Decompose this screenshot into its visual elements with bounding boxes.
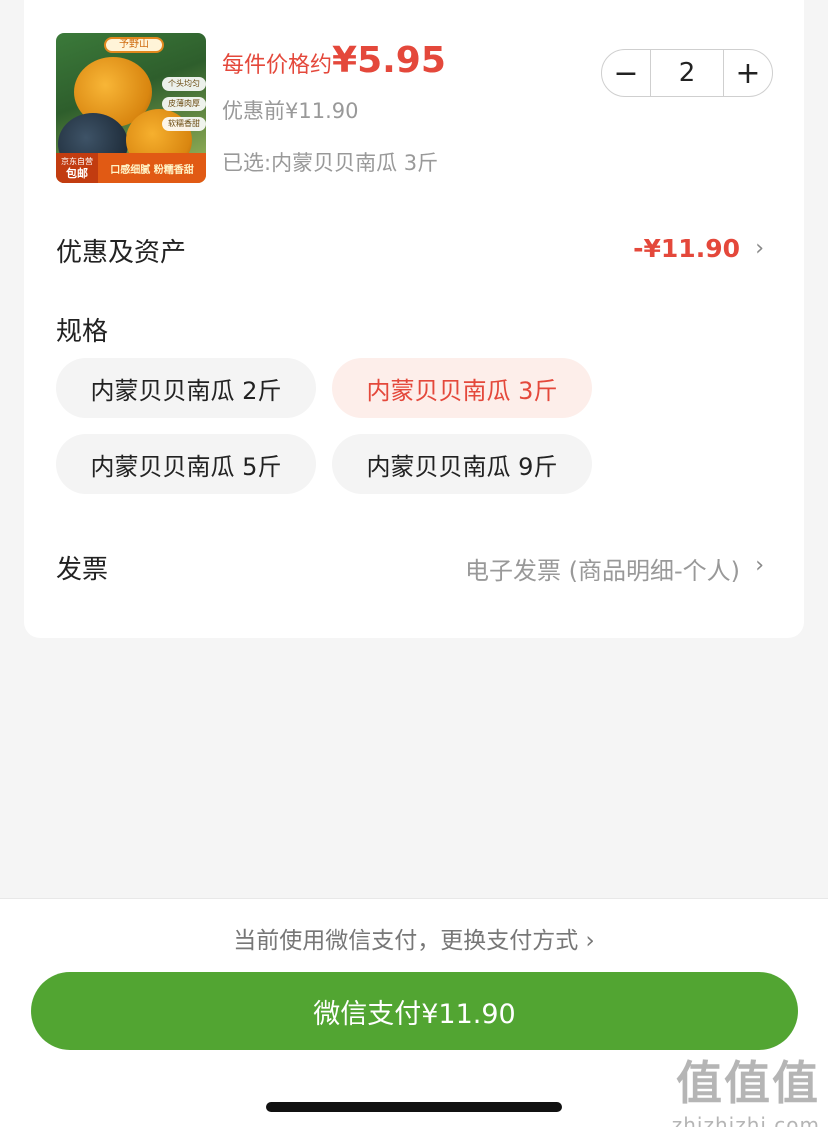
product-image-banner: 京东自营 包邮 口感细腻 粉糯香甜 bbox=[56, 153, 206, 183]
order-card: 予野山 个头均匀 皮薄肉厚 软糯香甜 京东自营 包邮 口感细腻 粉糯香甜 每件价… bbox=[24, 0, 804, 638]
chevron-right-icon[interactable]: › bbox=[755, 236, 764, 261]
decrease-button[interactable]: − bbox=[602, 49, 650, 97]
discount-value[interactable]: -¥11.90 bbox=[633, 234, 740, 263]
product-image-tag: 软糯香甜 bbox=[162, 117, 206, 131]
unit-price: 每件价格约 ¥5.95 bbox=[222, 40, 446, 81]
spec-option-9jin[interactable]: 内蒙贝贝南瓜 9斤 bbox=[332, 434, 592, 494]
wechat-pay-button[interactable]: 微信支付¥11.90 bbox=[31, 972, 798, 1050]
selected-spec-text: 已选:内蒙贝贝南瓜 3斤 bbox=[222, 151, 439, 175]
watermark: 值值值 zhizhizhi.com bbox=[672, 1047, 820, 1127]
unit-price-value: ¥5.95 bbox=[332, 40, 446, 81]
watermark-logo: 值值值 bbox=[676, 1056, 820, 1110]
product-image-slogan: 口感细腻 粉糯香甜 bbox=[110, 164, 194, 176]
quantity-stepper: − 2 + bbox=[601, 49, 773, 97]
invoice-label[interactable]: 发票 bbox=[56, 549, 108, 586]
increase-button[interactable]: + bbox=[724, 49, 772, 97]
watermark-site: zhizhizhi.com bbox=[671, 1113, 820, 1127]
spec-option-3jin[interactable]: 内蒙贝贝南瓜 3斤 bbox=[332, 358, 592, 418]
unit-price-prefix: 每件价格约 bbox=[222, 53, 333, 78]
quantity-value[interactable]: 2 bbox=[650, 50, 724, 96]
discount-label[interactable]: 优惠及资产 bbox=[56, 232, 186, 269]
original-price: 优惠前¥11.90 bbox=[222, 99, 359, 123]
chevron-right-icon[interactable]: › bbox=[755, 553, 764, 578]
bottom-pay-bar: 当前使用微信支付，更换支付方式 › 微信支付¥11.90 值值值 zhizhiz… bbox=[0, 898, 828, 1127]
home-indicator bbox=[266, 1102, 562, 1112]
product-image-tag: 个头均匀 bbox=[162, 77, 206, 91]
product-image-brand: 予野山 bbox=[104, 37, 164, 53]
product-image-badge: 京东自营 包邮 bbox=[56, 153, 98, 183]
change-payment-method-link[interactable]: 当前使用微信支付，更换支付方式 › bbox=[0, 921, 828, 955]
product-image[interactable]: 予野山 个头均匀 皮薄肉厚 软糯香甜 京东自营 包邮 口感细腻 粉糯香甜 bbox=[56, 33, 206, 183]
invoice-value[interactable]: 电子发票 (商品明细-个人) bbox=[465, 551, 740, 586]
badge-bottom-text: 包邮 bbox=[66, 167, 88, 180]
spec-label: 规格 bbox=[56, 317, 109, 347]
spec-option-2jin[interactable]: 内蒙贝贝南瓜 2斤 bbox=[56, 358, 316, 418]
page-root: 予野山 个头均匀 皮薄肉厚 软糯香甜 京东自营 包邮 口感细腻 粉糯香甜 每件价… bbox=[0, 0, 828, 1127]
spec-option-5jin[interactable]: 内蒙贝贝南瓜 5斤 bbox=[56, 434, 316, 494]
product-image-tag: 皮薄肉厚 bbox=[162, 97, 206, 111]
